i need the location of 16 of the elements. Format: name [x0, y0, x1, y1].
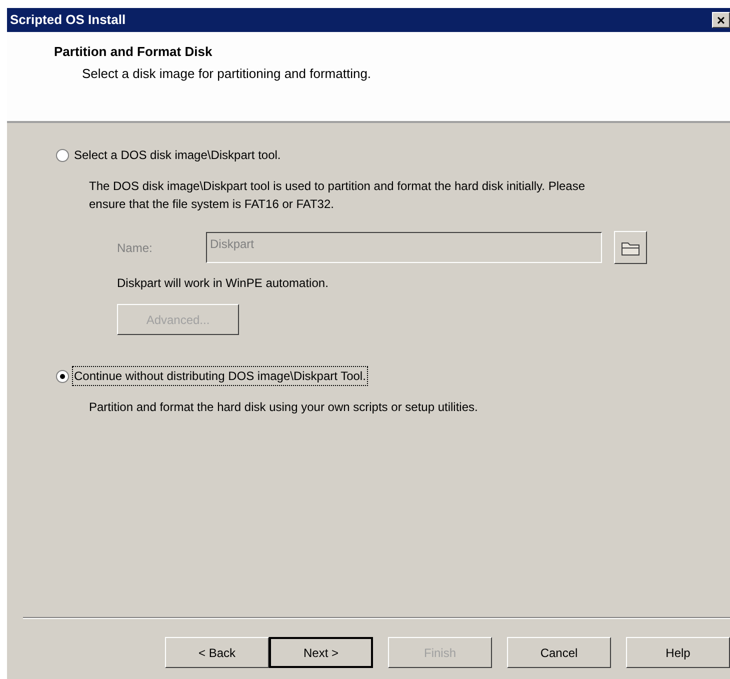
wizard-button[interactable]: Next > [269, 637, 373, 668]
name-label: Name: [117, 240, 154, 256]
browse-button[interactable] [614, 231, 647, 264]
info-text: Diskpart will work in WinPE automation. [117, 275, 330, 292]
wizard-button[interactable]: < Back [165, 637, 269, 668]
page-subtitle: Select a disk image for partitioning and formatting. [81, 64, 372, 83]
option-description: The DOS disk image\Diskpart tool is used to partition and format the hard disk initially. Please ensure that the file system is FAT16 or FAT32. [89, 178, 586, 213]
close-button[interactable]: × [712, 12, 730, 28]
wizard-button[interactable]: Cancel [507, 637, 611, 668]
radio-button[interactable] [56, 370, 69, 382]
option-description: Partition and format the hard disk using your own scripts or setup utilities. [89, 399, 479, 416]
folder-icon [620, 240, 640, 256]
window-title: Scripted OS Install [10, 11, 126, 30]
wizard-button[interactable]: Help [626, 637, 730, 668]
page-title: Partition and Format Disk [54, 43, 214, 61]
radio-label[interactable]: Continue without distributing DOS image\Diskpart Tool. [73, 367, 367, 385]
